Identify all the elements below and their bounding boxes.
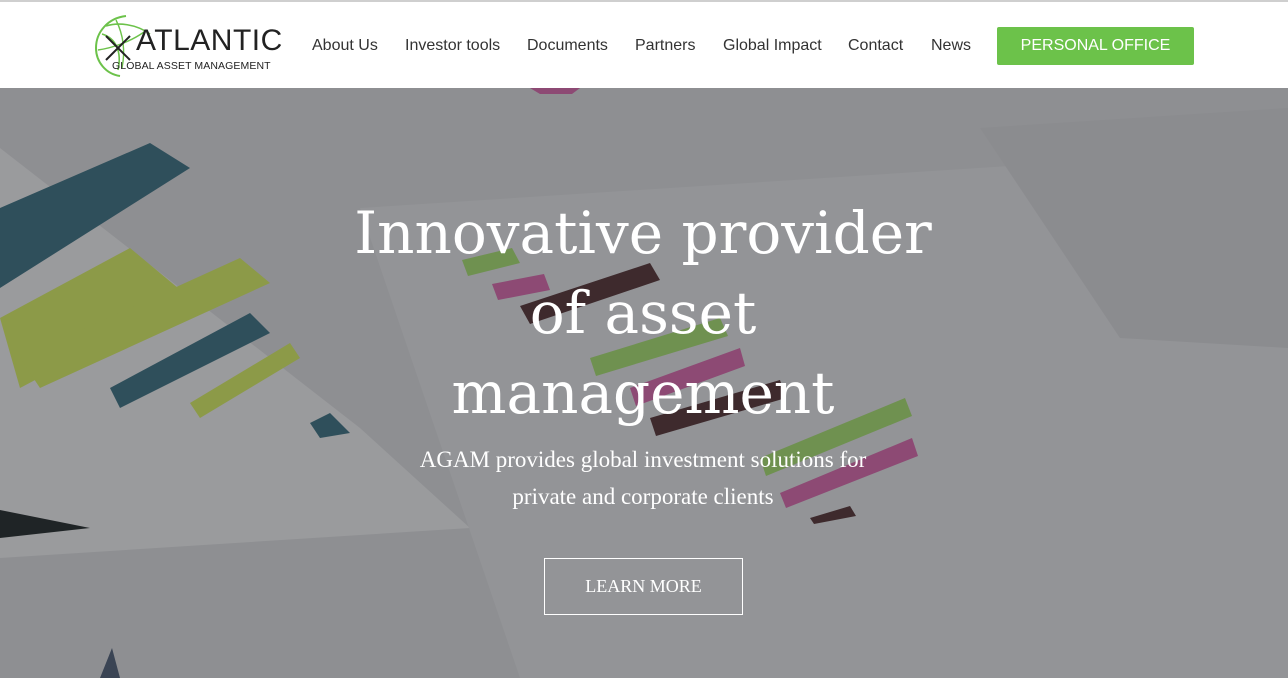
hero-title-line: management xyxy=(451,359,835,427)
nav-global-impact[interactable]: Global Impact xyxy=(723,36,822,56)
nav-partners[interactable]: Partners xyxy=(635,36,695,56)
logo-title: ATLANTIC xyxy=(136,24,283,57)
learn-more-button[interactable]: LEARN MORE xyxy=(544,558,743,615)
hero-subtitle: AGAM provides global investment solution… xyxy=(340,441,946,515)
nav-investor-tools[interactable]: Investor tools xyxy=(405,36,500,56)
hero-title-line: Innovative provider xyxy=(354,199,932,267)
hero-title-line: of asset xyxy=(529,279,757,347)
hero-subtitle-line: AGAM provides global investment solution… xyxy=(419,447,867,472)
hero-title: Innovative provider of asset management xyxy=(300,193,986,433)
logo[interactable]: ATLANTIC GLOBAL ASSET MANAGEMENT xyxy=(92,12,282,78)
nav-contact[interactable]: Contact xyxy=(848,36,903,56)
site-header: ATLANTIC GLOBAL ASSET MANAGEMENT About U… xyxy=(0,2,1288,88)
nav-news[interactable]: News xyxy=(931,36,971,56)
hero-subtitle-line: private and corporate clients xyxy=(512,484,774,509)
personal-office-button[interactable]: PERSONAL OFFICE xyxy=(997,27,1194,65)
nav-about-us[interactable]: About Us xyxy=(312,36,378,56)
hero-section: Innovative provider of asset management … xyxy=(0,88,1288,678)
nav-documents[interactable]: Documents xyxy=(527,36,608,56)
logo-subtitle: GLOBAL ASSET MANAGEMENT xyxy=(112,60,271,72)
